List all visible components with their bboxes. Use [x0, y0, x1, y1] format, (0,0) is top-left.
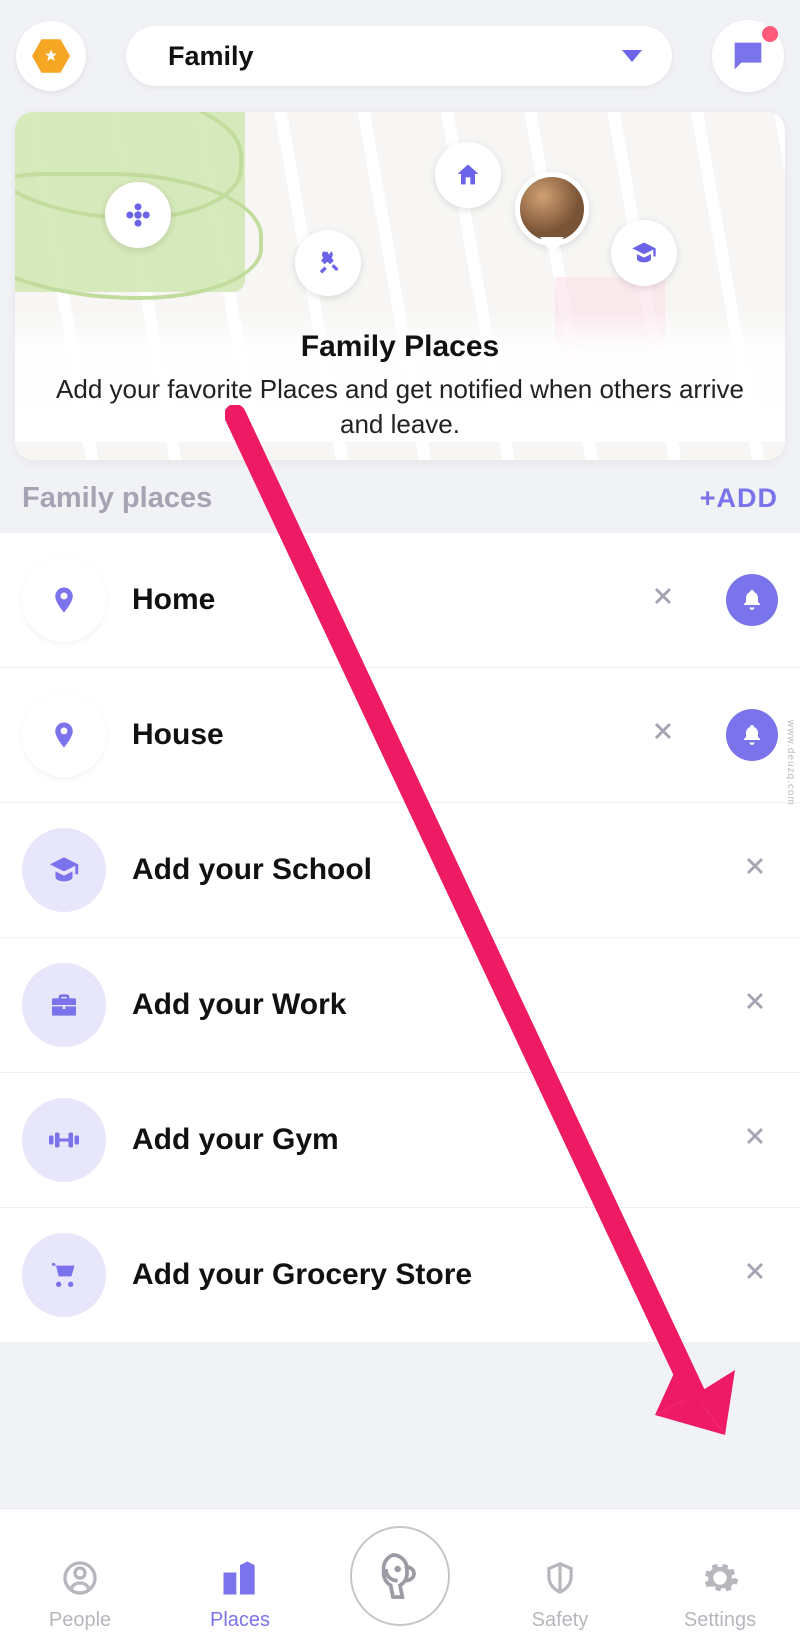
place-label: House [132, 718, 614, 752]
gear-icon [700, 1553, 740, 1603]
places-list: Home House Add your School Add [0, 533, 800, 1343]
place-label: Add your School [132, 853, 706, 887]
chat-icon [728, 36, 768, 76]
add-place-button[interactable]: +ADD [700, 483, 778, 514]
place-label: Add your Grocery Store [132, 1258, 706, 1292]
close-icon [649, 582, 677, 610]
cart-icon [22, 1233, 106, 1317]
nav-label: Settings [684, 1609, 756, 1632]
nav-settings[interactable]: Settings [650, 1553, 790, 1632]
dumbbell-icon [22, 1098, 106, 1182]
member-avatar-pin[interactable] [515, 172, 589, 246]
place-row[interactable]: Home [0, 533, 800, 668]
pin-icon [22, 693, 106, 777]
place-label: Home [132, 583, 614, 617]
app-header: Family [0, 0, 800, 112]
notification-button[interactable] [726, 574, 778, 626]
hero-subtitle: Add your favorite Places and get notifie… [55, 372, 745, 442]
place-row[interactable]: Add your Work [0, 938, 800, 1073]
watermark: www.deuzq.com [785, 720, 796, 806]
school-icon [22, 828, 106, 912]
nav-label: Safety [532, 1609, 589, 1632]
nav-label: Places [210, 1609, 270, 1632]
section-title: Family places [22, 482, 212, 515]
hero-text: Family Places Add your favorite Places a… [15, 310, 785, 442]
restaurant-pin-icon [295, 230, 361, 296]
close-icon [741, 987, 769, 1015]
school-pin-icon [611, 220, 677, 286]
place-label: Add your Gym [132, 1123, 706, 1157]
bottom-nav: People Places Safety Settings [0, 1508, 800, 1640]
places-hero-card: Family Places Add your favorite Places a… [15, 112, 785, 460]
close-icon [741, 852, 769, 880]
membership-badge-button[interactable] [16, 21, 86, 91]
remove-place-button[interactable] [732, 1122, 778, 1158]
star-badge-icon [32, 37, 70, 75]
home-pin-icon [435, 142, 501, 208]
pin-icon [22, 558, 106, 642]
circle-selector[interactable]: Family [126, 26, 672, 86]
driving-avatar-icon [350, 1526, 450, 1626]
hero-title: Family Places [55, 330, 745, 364]
place-row[interactable]: Add your Grocery Store [0, 1208, 800, 1343]
close-icon [649, 717, 677, 745]
remove-place-button[interactable] [732, 1257, 778, 1293]
nav-driving[interactable] [330, 1526, 470, 1632]
briefcase-icon [22, 963, 106, 1047]
nav-people[interactable]: People [10, 1553, 150, 1632]
remove-place-button[interactable] [640, 582, 686, 618]
nav-safety[interactable]: Safety [490, 1553, 630, 1632]
person-icon [60, 1553, 100, 1603]
places-section-header: Family places +ADD [0, 460, 800, 533]
shield-icon [541, 1553, 579, 1603]
place-row[interactable]: Add your School [0, 803, 800, 938]
place-label: Add your Work [132, 988, 706, 1022]
bell-icon [740, 723, 764, 747]
close-icon [741, 1122, 769, 1150]
place-row[interactable]: Add your Gym [0, 1073, 800, 1208]
nav-places[interactable]: Places [170, 1553, 310, 1632]
notification-button[interactable] [726, 709, 778, 761]
remove-place-button[interactable] [732, 987, 778, 1023]
chevron-down-icon [622, 50, 642, 62]
close-icon [741, 1257, 769, 1285]
buildings-icon [218, 1553, 262, 1603]
place-row[interactable]: House [0, 668, 800, 803]
nav-label: People [49, 1609, 111, 1632]
remove-place-button[interactable] [640, 717, 686, 753]
remove-place-button[interactable] [732, 852, 778, 888]
chat-button[interactable] [712, 20, 784, 92]
notification-dot-icon [762, 26, 778, 42]
bell-icon [740, 588, 764, 612]
flower-pin-icon [105, 182, 171, 248]
circle-name: Family [168, 41, 254, 72]
